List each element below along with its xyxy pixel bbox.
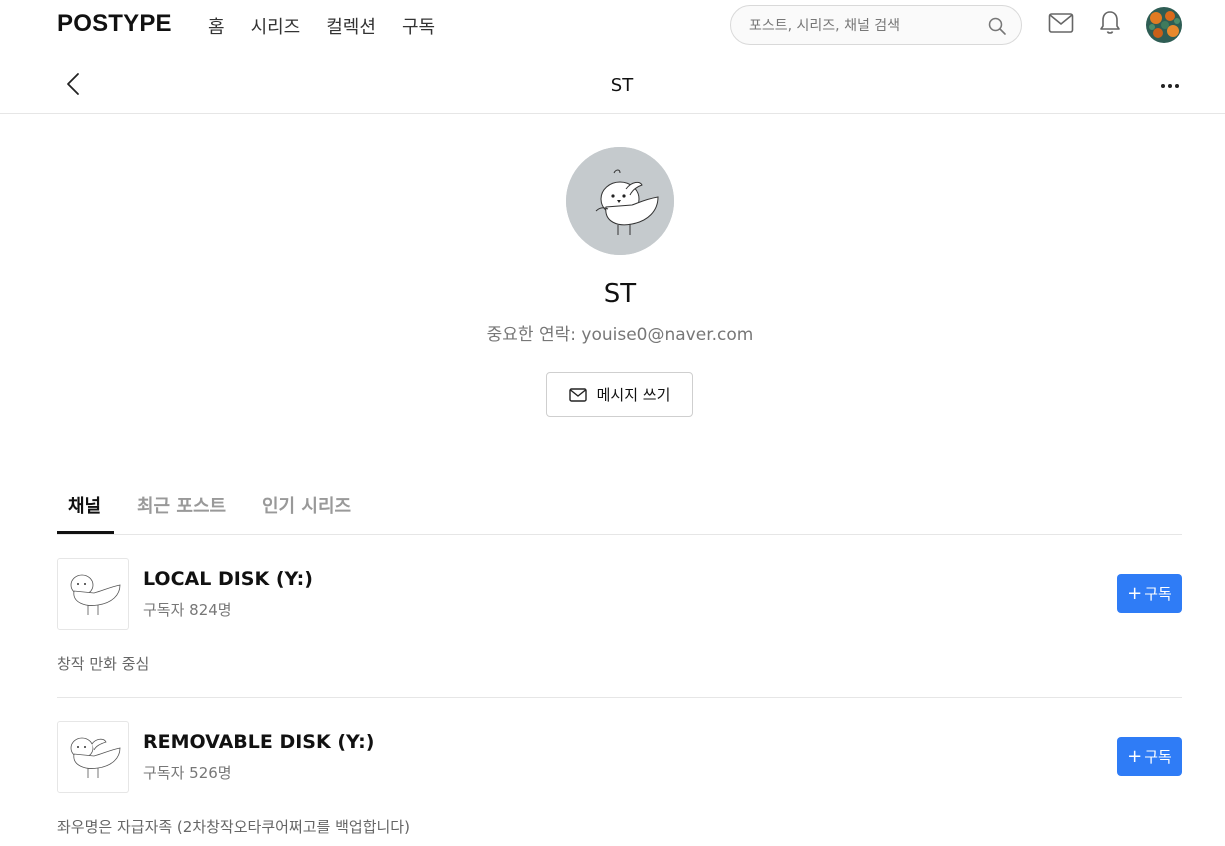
- bell-icon[interactable]: [1098, 10, 1122, 36]
- channel-thumbnail[interactable]: [57, 721, 129, 793]
- nav-link-home[interactable]: 홈: [208, 13, 225, 39]
- plus-icon: +: [1127, 745, 1143, 767]
- subscribe-button[interactable]: + 구독: [1117, 574, 1182, 613]
- subscribe-label: 구독: [1144, 585, 1172, 603]
- profile-description: 중요한 연락: youise0@naver.com: [486, 325, 754, 345]
- postype-logo[interactable]: POSTYPE: [57, 10, 172, 38]
- nav-link-subscription[interactable]: 구독: [402, 13, 435, 39]
- bird-drawing-icon: [70, 737, 121, 778]
- nav-link-collection[interactable]: 컬렉션: [326, 13, 376, 39]
- message-button[interactable]: 메시지 쓰기: [546, 372, 693, 417]
- profile-tabs: 채널 최근 포스트 인기 시리즈: [57, 480, 1182, 535]
- top-navigation: POSTYPE 홈 시리즈 컬렉션 구독: [0, 0, 1225, 52]
- subscribe-button[interactable]: + 구독: [1117, 737, 1182, 776]
- more-icon[interactable]: [1158, 80, 1182, 92]
- channel-title[interactable]: LOCAL DISK (Y:): [143, 568, 313, 590]
- channel-header-bar: ST: [0, 58, 1225, 114]
- search-input[interactable]: [749, 15, 979, 37]
- profile-name: ST: [603, 279, 637, 309]
- mail-icon: [568, 387, 587, 402]
- user-avatar[interactable]: [1146, 7, 1182, 43]
- bird-drawing-icon: [70, 574, 121, 615]
- message-button-label: 메시지 쓰기: [596, 386, 671, 404]
- active-tab-indicator: [57, 531, 114, 534]
- channel-description: 창작 만화 중심: [57, 655, 150, 673]
- channel-divider: [57, 697, 1182, 698]
- channel-subscriber-count: 구독자 526명: [143, 764, 232, 782]
- search-icon[interactable]: [987, 16, 1007, 36]
- subscribe-label: 구독: [1144, 748, 1172, 766]
- channel-thumbnail[interactable]: [57, 558, 129, 630]
- channel-title[interactable]: REMOVABLE DISK (Y:): [143, 731, 374, 753]
- mail-icon[interactable]: [1048, 12, 1074, 34]
- nav-link-series[interactable]: 시리즈: [251, 13, 301, 39]
- header-title: ST: [610, 75, 634, 96]
- tab-channel[interactable]: 채널: [68, 492, 101, 518]
- bird-drawing-icon: [566, 147, 674, 255]
- profile-avatar: [566, 147, 674, 255]
- plus-icon: +: [1127, 582, 1143, 604]
- channel-subscriber-count: 구독자 824명: [143, 601, 232, 619]
- tab-popular-series[interactable]: 인기 시리즈: [262, 492, 351, 518]
- search-box: [730, 5, 1022, 45]
- main-nav: 홈 시리즈 컬렉션 구독: [208, 13, 435, 39]
- tab-recent-posts[interactable]: 최근 포스트: [137, 492, 226, 518]
- channel-description: 좌우명은 자급자족 (2차창작오타쿠어쩌고를 백업합니다): [57, 818, 410, 836]
